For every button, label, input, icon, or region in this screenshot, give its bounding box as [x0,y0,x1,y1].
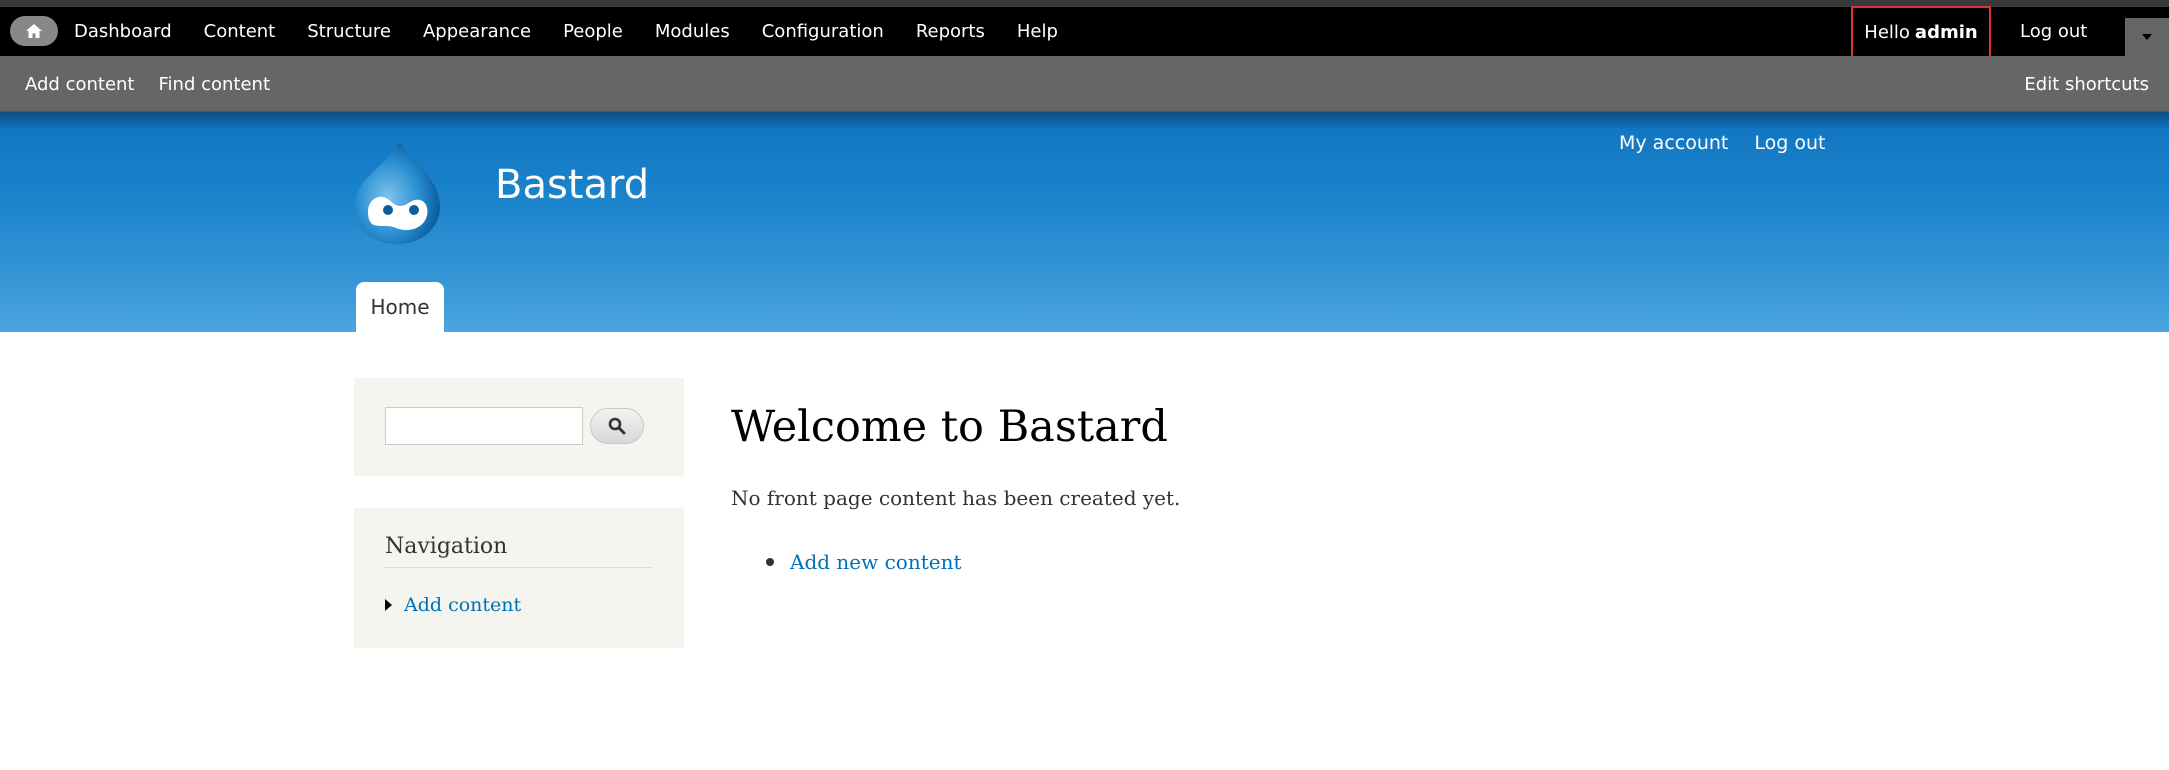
bullet-icon [766,558,774,566]
collapsed-arrow-icon[interactable] [385,599,392,611]
admin-toolbar: Dashboard Content Structure Appearance P… [0,0,2169,59]
my-account-link[interactable]: My account [1619,132,1728,154]
toolbar-item-configuration[interactable]: Configuration [746,21,900,42]
action-links: Add new content [766,550,962,574]
hello-label: Hello [1864,22,1910,43]
toolbar-item-content[interactable]: Content [188,21,292,42]
toolbar-item-reports[interactable]: Reports [900,21,1001,42]
toolbar-item-dashboard[interactable]: Dashboard [58,21,188,42]
home-button[interactable] [10,16,58,46]
page-title: Welcome to Bastard [731,402,1168,452]
chevron-down-icon [2142,34,2152,40]
header-logout-link[interactable]: Log out [1754,132,1825,154]
navigation-title: Navigation [385,534,653,568]
search-icon [608,417,626,435]
toolbar-item-help[interactable]: Help [1001,21,1074,42]
shortcut-links: Add content Find content [25,56,294,112]
shortcuts-bar: Add content Find content Edit shortcuts [0,56,2169,112]
navigation-block: Navigation Add content [354,508,684,648]
shortcut-find-content[interactable]: Find content [159,74,271,95]
drupal-logo-icon[interactable] [350,140,444,246]
site-name[interactable]: Bastard [495,162,649,208]
search-button[interactable] [590,408,644,444]
username[interactable]: admin [1915,22,1978,43]
edit-shortcuts-link[interactable]: Edit shortcuts [2024,56,2149,112]
toolbar-logout-link[interactable]: Log out [2020,7,2087,56]
nav-link-add-content[interactable]: Add content [404,594,521,616]
add-new-content-link[interactable]: Add new content [790,550,962,574]
tab-home[interactable]: Home [356,282,444,332]
toolbar-item-people[interactable]: People [547,21,639,42]
site-header: Bastard My account Log out Home [0,112,2169,332]
toolbar-menu: Dashboard Content Structure Appearance P… [58,7,1074,56]
secondary-menu: My account Log out [1619,132,1851,154]
search-block [354,378,684,476]
toolbar-item-appearance[interactable]: Appearance [407,21,547,42]
search-input[interactable] [385,407,583,445]
nav-item-add-content: Add content [385,594,521,616]
toolbar-item-modules[interactable]: Modules [639,21,746,42]
user-greeting[interactable]: Hello admin [1851,6,1991,59]
shortcuts-toggle-button[interactable] [2125,18,2169,56]
list-item: Add new content [766,550,962,574]
home-icon [26,24,42,38]
empty-front-page-message: No front page content has been created y… [731,486,1181,510]
shortcut-add-content[interactable]: Add content [25,74,135,95]
toolbar-item-structure[interactable]: Structure [291,21,407,42]
